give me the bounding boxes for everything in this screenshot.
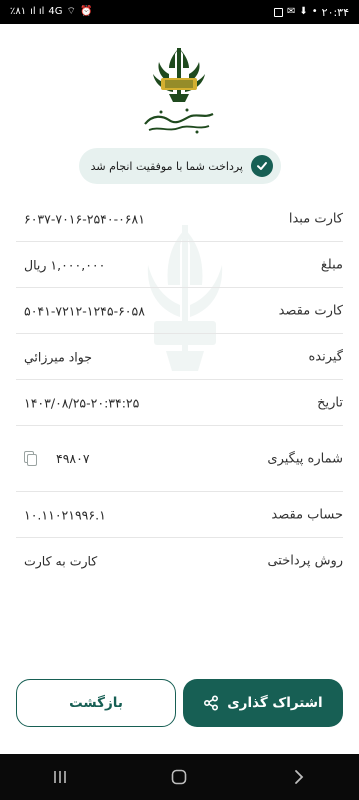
value-recipient: جواد میرزائي [24, 349, 92, 364]
check-circle-icon [251, 155, 273, 177]
bank-emblem-icon [144, 48, 214, 134]
value-amount: ۱,۰۰۰,۰۰۰ ریال [24, 257, 106, 272]
row-recipient: گیرنده جواد میرزائي [16, 334, 343, 380]
tracking-number-group: ۴۹۸۰۷ [24, 450, 90, 467]
mail-icon: ✉ [286, 6, 296, 17]
label-tracking-number: شماره پیگیری [267, 451, 343, 466]
home-button[interactable] [159, 762, 199, 792]
home-icon [172, 769, 187, 785]
value-payment-method: کارت به کارت [24, 553, 98, 569]
download-icon: ⬇ [299, 6, 308, 17]
row-amount: مبلغ ۱,۰۰۰,۰۰۰ ریال [16, 242, 343, 288]
value-destination-account: ۱۰.۱۱۰۲۱۹۹۶.۱ [24, 507, 106, 522]
success-message: پرداخت شما با موفقیت انجام شد [90, 159, 243, 173]
value-tracking-number: ۴۹۸۰۷ [56, 451, 90, 466]
row-source-card: کارت مبدا ۶۰۳۷-۷۰۱۶-۲۵۴۰-۰۶۸۱ [16, 196, 343, 242]
system-nav-bar [0, 754, 359, 800]
status-bar: ٪۸۱ ıl ıl 4G ⌔ ⏰ ✉ ⬇ • ۲۰:۳۴ [0, 0, 359, 24]
row-destination-account: حساب مقصد ۱۰.۱۱۰۲۱۹۹۶.۱ [16, 492, 343, 538]
alarm-icon: ⏰ [79, 6, 93, 17]
row-date: تاریخ ۱۴۰۳/۰۸/۲۵-۲۰:۳۴:۲۵ [16, 380, 343, 426]
label-amount: مبلغ [320, 257, 343, 272]
label-date: تاریخ [317, 395, 343, 410]
status-left: ٪۸۱ ıl ıl 4G ⌔ ⏰ [10, 7, 92, 17]
value-source-card: ۶۰۳۷-۷۰۱۶-۲۵۴۰-۰۶۸۱ [24, 211, 145, 226]
value-destination-card: ۵۰۴۱-۷۲۱۲-۱۲۴۵-۶۰۵۸ [24, 303, 145, 318]
wifi-icon: ⌔ [66, 6, 76, 17]
label-destination-card: کارت مقصد [278, 303, 343, 318]
value-date: ۱۴۰۳/۰۸/۲۵-۲۰:۳۴:۲۵ [24, 395, 140, 410]
success-banner: پرداخت شما با موفقیت انجام شد [79, 148, 281, 184]
share-icon [204, 695, 219, 711]
row-payment-method: روش پرداختی کارت به کارت [16, 538, 343, 584]
chevron-right-icon [295, 770, 304, 784]
transaction-details: کارت مبدا ۶۰۳۷-۷۰۱۶-۲۵۴۰-۰۶۸۱ مبلغ ۱,۰۰۰… [0, 196, 359, 584]
notification-icon [273, 7, 283, 17]
battery-level: ٪۸۱ [10, 6, 27, 17]
dot-icon: • [311, 6, 318, 17]
back-button-label: بازگشت [69, 695, 123, 711]
label-source-card: کارت مبدا [288, 211, 343, 226]
row-tracking-number: شماره پیگیری ۴۹۸۰۷ [16, 426, 343, 492]
signal-icon: ıl ıl [30, 6, 45, 17]
share-button[interactable]: اشتراک گذاری [183, 679, 343, 727]
network-type: 4G [48, 6, 63, 17]
copy-icon[interactable] [24, 450, 38, 467]
label-destination-account: حساب مقصد [271, 507, 343, 522]
recents-button[interactable] [40, 762, 80, 792]
row-destination-card: کارت مقصد ۵۰۴۱-۷۲۱۲-۱۲۴۵-۶۰۵۸ [16, 288, 343, 334]
bank-logo [139, 44, 219, 136]
status-time: ۲۰:۳۴ [321, 5, 349, 19]
share-button-label: اشتراک گذاری [227, 695, 323, 711]
recents-icon [54, 771, 66, 783]
back-button[interactable]: بازگشت [16, 679, 176, 727]
label-recipient: گیرنده [308, 349, 343, 364]
status-right: ✉ ⬇ • ۲۰:۳۴ [273, 5, 349, 19]
back-nav-button[interactable] [279, 762, 319, 792]
label-payment-method: روش پرداختی [267, 553, 343, 569]
